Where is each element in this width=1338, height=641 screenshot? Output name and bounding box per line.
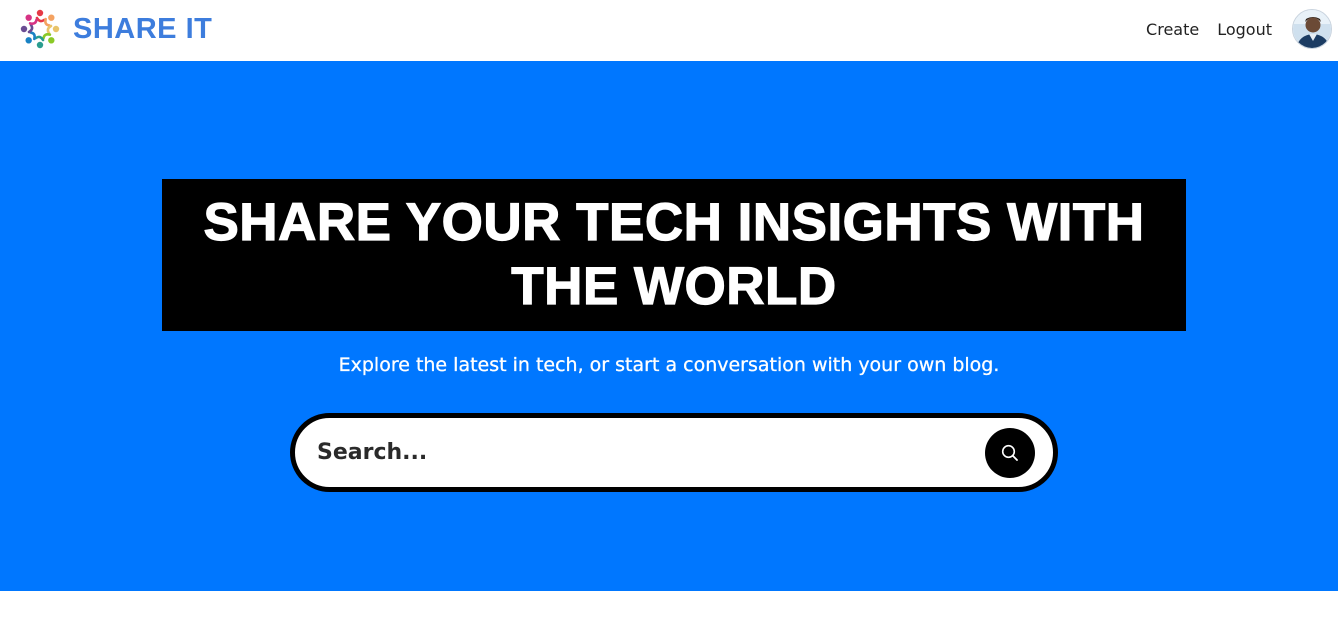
people-circle-logo-icon [20,9,60,49]
hero-title-box: SHARE YOUR TECH INSIGHTS WITH THE WORLD [162,179,1186,331]
page-content-area [0,591,1338,641]
hero-section: SHARE YOUR TECH INSIGHTS WITH THE WORLD … [0,61,1338,591]
search-button[interactable] [985,428,1035,478]
create-link[interactable]: Create [1146,20,1199,39]
top-navbar: SHARE IT Create Logout [0,0,1338,61]
hero-title: SHARE YOUR TECH INSIGHTS WITH THE WORLD [203,192,1145,316]
logout-link[interactable]: Logout [1217,20,1272,39]
user-avatar[interactable] [1292,9,1332,49]
hero-subtitle: Explore the latest in tech, or start a c… [338,354,1000,376]
avatar-icon [1293,10,1331,48]
search-icon [1001,444,1018,461]
search-bar [290,413,1058,492]
brand-name: SHARE IT [73,12,213,45]
search-input[interactable] [315,430,975,475]
nav-links: Create Logout [1146,8,1332,50]
brand-link[interactable]: SHARE IT [18,7,212,51]
